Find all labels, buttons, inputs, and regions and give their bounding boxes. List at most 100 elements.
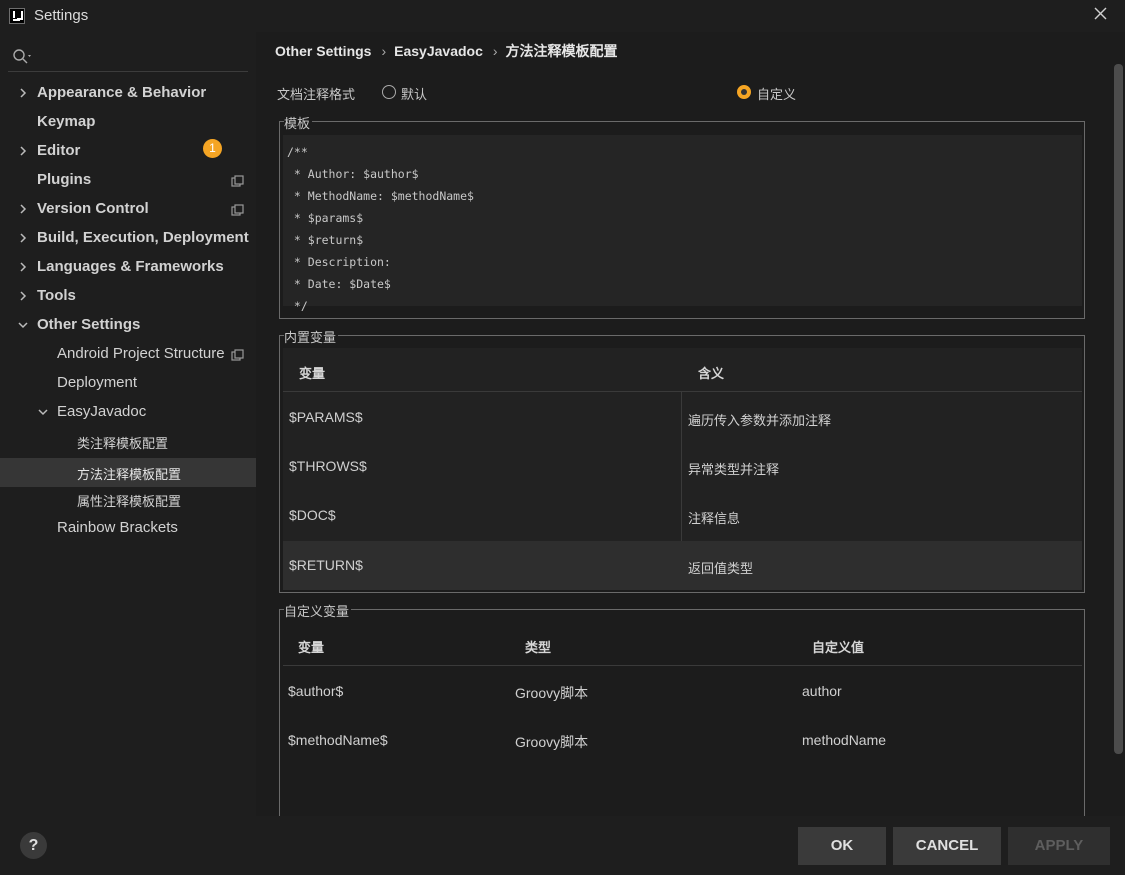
table-row[interactable]: $DOC$ 注释信息 — [283, 494, 1082, 538]
breadcrumb: Other Settings › EasyJavadoc › 方法注释模板配置 — [275, 41, 624, 61]
sidebar-item-label: EasyJavadoc — [57, 403, 147, 420]
sidebar-item-keymap[interactable]: Keymap — [0, 108, 256, 137]
sidebar-item-label: 类注释模板配置 — [77, 436, 169, 451]
plugins-update-badge: 1 — [203, 139, 222, 158]
search-icon — [13, 49, 31, 64]
sidebar-item-android-project-structure[interactable]: Android Project Structure — [0, 340, 256, 369]
var-meaning-cell: 异常类型并注释 — [688, 462, 780, 477]
ok-button[interactable]: OK — [798, 827, 886, 865]
var-name-cell: $DOC$ — [289, 507, 336, 523]
sidebar-item-tools[interactable]: Tools — [0, 282, 256, 311]
sidebar-item-label: Deployment — [57, 374, 138, 391]
chevron-right-icon — [20, 233, 27, 243]
sidebar-item-label: 属性注释模板配置 — [77, 494, 182, 509]
table-header-row: 变量 类型 自定义值 — [283, 622, 1082, 666]
radio-default-label[interactable]: 默认 — [401, 84, 427, 103]
template-group-title: 模板 — [284, 113, 313, 132]
var-name-cell: $THROWS$ — [289, 458, 367, 474]
sidebar-item-label: Version Control — [37, 200, 149, 217]
var-meaning-cell: 返回值类型 — [688, 561, 754, 576]
template-line: * $return$ — [287, 233, 364, 247]
sidebar-item-other-settings[interactable]: Other Settings — [0, 311, 256, 340]
sidebar-item-build-execution-deployment[interactable]: Build, Execution, Deployment — [0, 224, 256, 253]
table-row[interactable]: $THROWS$ 异常类型并注释 — [283, 445, 1082, 489]
custom-var-value-cell: methodName — [802, 732, 887, 748]
sidebar-item-deployment[interactable]: Deployment — [0, 369, 256, 398]
intellij-app-icon — [9, 8, 25, 24]
sidebar-item-field-comment-template[interactable]: 属性注释模板配置 — [0, 485, 256, 514]
chevron-right-icon — [20, 88, 27, 98]
table-header-row: 变量 含义 — [283, 348, 1082, 392]
table-row-selected[interactable]: $RETURN$ 返回值类型 — [283, 541, 1082, 590]
custom-var-name-cell: $author$ — [288, 683, 344, 699]
breadcrumb-item[interactable]: EasyJavadoc — [394, 43, 483, 59]
custom-var-type-cell: Groovy脚本 — [515, 685, 589, 701]
search-input[interactable] — [8, 42, 248, 72]
template-line: * Date: $Date$ — [287, 277, 391, 291]
builtin-vars-group: 内置变量 变量 含义 $PARAMS$ 遍历传入参数并添加注释 $THROWS$… — [279, 327, 1085, 593]
sidebar-item-label: Tools — [37, 287, 76, 304]
column-header-custom-value: 自定义值 — [812, 640, 865, 655]
sidebar-item-easyjavadoc[interactable]: EasyJavadoc — [0, 398, 256, 427]
table-row[interactable]: $methodName$ Groovy脚本 methodName — [283, 719, 1082, 763]
column-header-variable: 变量 — [298, 640, 325, 655]
template-line: * Author: $author$ — [287, 167, 419, 181]
sidebar-item-class-comment-template[interactable]: 类注释模板配置 — [0, 427, 256, 456]
title-bar: Settings — [0, 0, 1125, 32]
column-header-meaning: 含义 — [698, 366, 725, 381]
help-button[interactable]: ? — [20, 832, 47, 859]
chevron-right-icon — [20, 291, 27, 301]
chevron-right-icon: › — [381, 43, 387, 59]
chevron-right-icon — [20, 262, 27, 272]
template-line: * MethodName: $methodName$ — [287, 189, 474, 203]
sidebar-item-label: Keymap — [37, 113, 96, 130]
column-header-type: 类型 — [525, 640, 552, 655]
vertical-scrollbar[interactable] — [1114, 64, 1123, 754]
sidebar-item-label: Editor — [37, 142, 81, 159]
breadcrumb-item: 方法注释模板配置 — [505, 43, 618, 59]
apply-button[interactable]: APPLY — [1008, 827, 1110, 865]
chevron-down-icon — [18, 322, 28, 329]
radio-custom-label[interactable]: 自定义 — [757, 84, 796, 103]
custom-var-value-cell: author — [802, 683, 842, 699]
var-meaning-cell: 注释信息 — [688, 511, 741, 526]
chevron-right-icon — [20, 204, 27, 214]
custom-var-type-cell: Groovy脚本 — [515, 734, 589, 750]
column-header-variable: 变量 — [299, 366, 326, 381]
template-line: /** — [287, 145, 308, 159]
radio-custom[interactable] — [737, 85, 751, 99]
sidebar-item-label: Android Project Structure — [57, 345, 225, 362]
table-row[interactable]: $author$ Groovy脚本 author — [283, 670, 1082, 714]
sidebar-item-languages-frameworks[interactable]: Languages & Frameworks — [0, 253, 256, 282]
close-icon[interactable] — [1092, 4, 1110, 24]
cancel-button[interactable]: CANCEL — [893, 827, 1001, 865]
breadcrumb-item[interactable]: Other Settings — [275, 43, 371, 59]
sidebar-item-label: Appearance & Behavior — [37, 84, 207, 101]
sidebar-item-label: Build, Execution, Deployment — [37, 229, 249, 246]
settings-content: Other Settings › EasyJavadoc › 方法注释模板配置 文档注释… — [256, 32, 1125, 829]
custom-vars-title: 自定义变量 — [284, 601, 352, 620]
template-editor[interactable]: /** * Author: $author$ * MethodName: $me… — [283, 135, 1082, 313]
sidebar-item-label: 方法注释模板配置 — [77, 467, 182, 482]
copy-project-icon — [231, 204, 244, 216]
radio-default[interactable] — [382, 85, 396, 99]
chevron-right-icon — [20, 146, 27, 156]
var-name-cell: $RETURN$ — [289, 557, 363, 573]
builtin-vars-title: 内置变量 — [284, 327, 339, 346]
sidebar-item-plugins[interactable]: Plugins — [0, 166, 256, 195]
sidebar-item-version-control[interactable]: Version Control — [0, 195, 256, 224]
window-title: Settings — [34, 7, 89, 24]
doc-format-label: 文档注释格式 — [277, 87, 356, 102]
template-line: * $params$ — [287, 211, 364, 225]
sidebar-item-label: Rainbow Brackets — [57, 519, 178, 536]
chevron-down-icon — [38, 409, 48, 416]
chevron-right-icon: › — [492, 43, 498, 59]
sidebar-item-appearance-behavior[interactable]: Appearance & Behavior — [0, 79, 256, 108]
table-row[interactable]: $PARAMS$ 遍历传入参数并添加注释 — [283, 396, 1082, 440]
builtin-vars-table: 变量 含义 $PARAMS$ 遍历传入参数并添加注释 $THROWS$ 异常类型… — [283, 348, 1082, 590]
sidebar-item-rainbow-brackets[interactable]: Rainbow Brackets — [0, 514, 256, 543]
sidebar-item-method-comment-template[interactable]: 方法注释模板配置 — [0, 458, 256, 487]
var-meaning-cell: 遍历传入参数并添加注释 — [688, 413, 832, 428]
template-line: */ — [287, 299, 308, 313]
copy-project-icon — [231, 175, 244, 187]
